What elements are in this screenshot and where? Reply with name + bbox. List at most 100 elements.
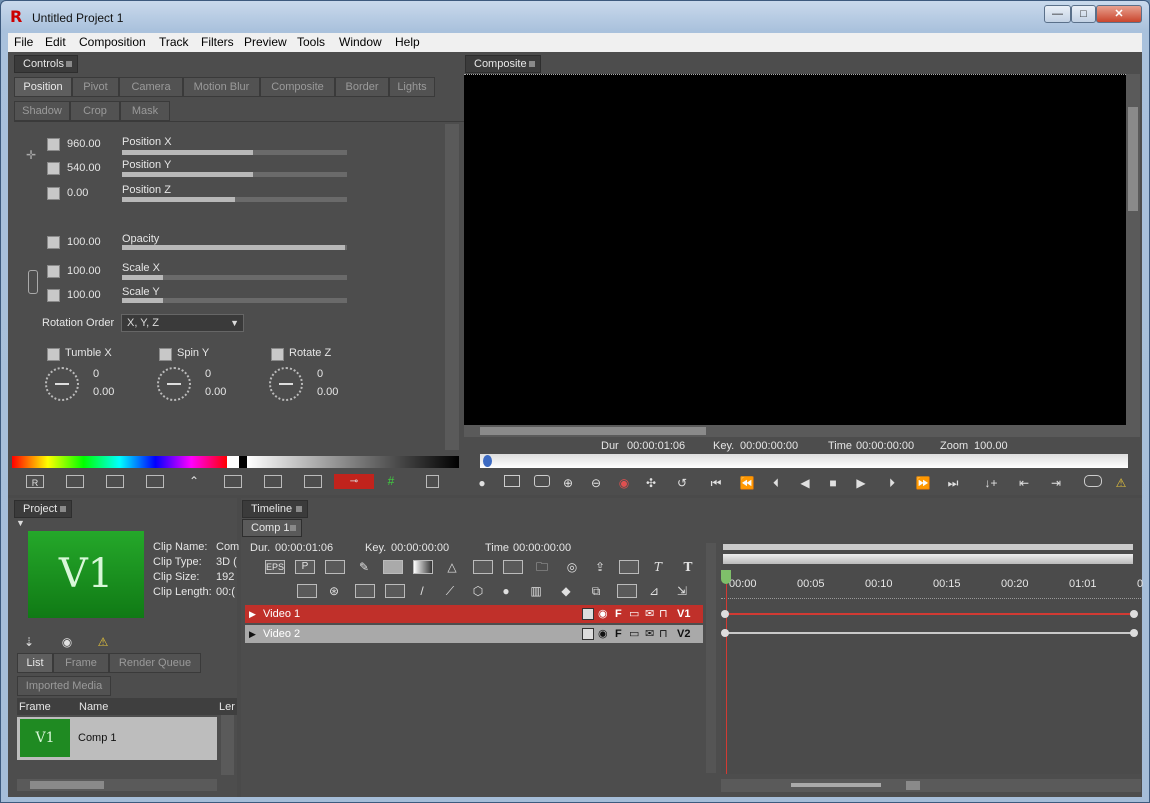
text-block-icon[interactable]: [619, 560, 639, 574]
loop-icon[interactable]: ↺: [672, 475, 692, 491]
position-x-slider[interactable]: [122, 150, 347, 155]
col-name[interactable]: Name: [79, 701, 108, 713]
previous-keyframe-icon[interactable]: ⏪: [738, 475, 756, 491]
scale-x-value[interactable]: 100.00: [67, 265, 101, 277]
pen-icon[interactable]: ✎: [355, 559, 373, 575]
filter-icon[interactable]: F: [615, 625, 622, 643]
tab-frame[interactable]: Frame: [53, 653, 109, 673]
graph-icon[interactable]: ⊿: [645, 583, 663, 599]
playhead-handle[interactable]: [721, 570, 731, 584]
scale-y-slider[interactable]: [122, 298, 347, 303]
viewer-vscroll-thumb[interactable]: [1128, 107, 1138, 211]
scale-x-slider[interactable]: [122, 275, 347, 280]
visibility-eye-icon[interactable]: ◉: [598, 605, 608, 623]
particles-icon[interactable]: [473, 560, 493, 574]
export-icon[interactable]: ⇲: [673, 583, 691, 599]
tab-lights[interactable]: Lights: [389, 77, 435, 97]
position-y-value[interactable]: 540.00: [67, 162, 101, 174]
col-frame[interactable]: Frame: [19, 701, 51, 713]
rotate-z-degrees[interactable]: 0.00: [317, 386, 338, 398]
color-channels-icon[interactable]: ◉: [615, 475, 633, 491]
menu-preview[interactable]: Preview: [244, 35, 287, 49]
play-icon[interactable]: ▶: [854, 475, 868, 491]
light-icon[interactable]: △: [443, 559, 461, 575]
scale-y-checkbox[interactable]: [47, 289, 60, 302]
tab-border[interactable]: Border: [335, 77, 389, 97]
brush-icon[interactable]: /: [413, 583, 431, 599]
color-layer-icon[interactable]: [383, 560, 403, 574]
viewer-hscroll-thumb[interactable]: [480, 427, 706, 435]
position-x-value[interactable]: 960.00: [67, 138, 101, 150]
composite-viewer[interactable]: [464, 74, 1126, 425]
trash-icon[interactable]: [426, 475, 439, 488]
video-1-out-handle[interactable]: [1130, 610, 1138, 618]
cylinder-icon[interactable]: ▥: [527, 583, 545, 599]
opacity-checkbox[interactable]: [47, 236, 60, 249]
mask-icon[interactable]: [385, 584, 405, 598]
motion-path-icon[interactable]: ⊛: [325, 583, 343, 599]
project-header[interactable]: Project: [14, 500, 72, 518]
paint-icon[interactable]: ⟋: [441, 583, 459, 599]
work-area-bar[interactable]: [723, 544, 1133, 550]
link-chain-icon[interactable]: [28, 270, 38, 294]
zoom-out-icon[interactable]: ⊖: [588, 475, 604, 491]
mail-icon[interactable]: ✉: [645, 625, 654, 643]
solid-layer-icon[interactable]: [325, 560, 345, 574]
spin-y-checkbox[interactable]: [159, 348, 172, 361]
stop-icon[interactable]: ■: [826, 475, 840, 491]
menu-track[interactable]: Track: [159, 35, 189, 49]
controls-header[interactable]: Controls: [14, 55, 78, 73]
import-icon[interactable]: ⇣: [20, 634, 38, 650]
controls-scrollbar[interactable]: [445, 124, 459, 450]
snapshot-icon[interactable]: [1084, 475, 1102, 487]
text-italic-icon[interactable]: T: [649, 559, 667, 575]
position-y-checkbox[interactable]: [47, 162, 60, 175]
path-icon[interactable]: ⌃: [184, 473, 204, 489]
tab-mask[interactable]: Mask: [120, 101, 170, 121]
clip-icon[interactable]: [504, 475, 520, 487]
video-2-out-handle[interactable]: [1130, 629, 1138, 637]
filter-icon[interactable]: F: [615, 605, 622, 623]
menu-tools[interactable]: Tools: [297, 35, 325, 49]
mark-in-icon[interactable]: ⇤: [1014, 475, 1034, 491]
media-vscrollbar[interactable]: [221, 715, 234, 775]
video-1-in-handle[interactable]: [721, 610, 729, 618]
fit-icon[interactable]: [106, 475, 124, 488]
black-swatch[interactable]: [239, 456, 247, 468]
sphere-icon[interactable]: ●: [497, 583, 515, 599]
collapse-arrow-icon[interactable]: ▼: [16, 518, 25, 528]
pan-icon[interactable]: ✣: [642, 475, 660, 491]
go-to-start-icon[interactable]: ⏮: [707, 475, 725, 491]
scale-y-value[interactable]: 100.00: [67, 289, 101, 301]
tab-position[interactable]: Position: [14, 77, 72, 97]
frame-icon[interactable]: [66, 475, 84, 488]
preview-scrubber[interactable]: [480, 454, 1128, 468]
film-icon[interactable]: [503, 560, 523, 574]
audio-levels-icon[interactable]: [297, 584, 317, 598]
tab-render-queue[interactable]: Render Queue: [109, 653, 201, 673]
menu-filters[interactable]: Filters: [201, 35, 234, 49]
mark-out-icon[interactable]: ⇥: [1046, 475, 1066, 491]
track-enable-checkbox[interactable]: [582, 608, 594, 620]
rotate-z-checkbox[interactable]: [271, 348, 284, 361]
camera-icon[interactable]: ◎: [563, 559, 581, 575]
folder-icon[interactable]: 🗀: [533, 559, 551, 575]
skew-icon[interactable]: [264, 475, 282, 488]
tab-comp-1[interactable]: Comp 1: [242, 519, 302, 537]
tab-crop[interactable]: Crop: [70, 101, 120, 121]
diamond-icon[interactable]: ◆: [557, 583, 575, 599]
range-bar[interactable]: [723, 554, 1133, 564]
time-ruler[interactable]: 00:00 00:05 00:10 00:15 00:20 01:01 0: [721, 568, 1143, 600]
track-row-video-1[interactable]: ▶ Video 1 ◉ F ▭ ✉ ⊓ V1: [245, 605, 703, 623]
eps-button[interactable]: EPS: [265, 560, 285, 574]
p-button[interactable]: P: [295, 560, 315, 574]
render-icon[interactable]: ⚠: [1112, 475, 1130, 491]
spin-y-degrees[interactable]: 0.00: [205, 386, 226, 398]
tab-pivot[interactable]: Pivot: [72, 77, 119, 97]
tab-shadow[interactable]: Shadow: [14, 101, 70, 121]
visibility-eye-icon[interactable]: ◉: [598, 625, 608, 643]
spin-y-dial[interactable]: [157, 367, 191, 401]
lock-icon[interactable]: ⊓: [659, 605, 668, 623]
go-to-end-icon[interactable]: ⏭: [944, 475, 962, 491]
rotate-z-dial[interactable]: [269, 367, 303, 401]
